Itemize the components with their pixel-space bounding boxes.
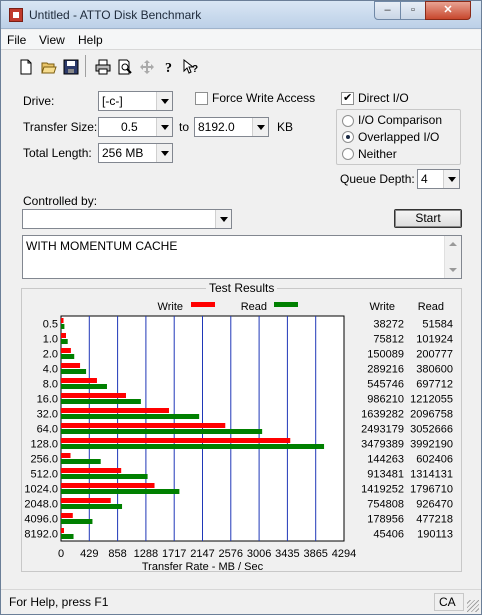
read-value: 101924 (416, 334, 453, 346)
write-bar (61, 393, 126, 398)
write-bar (61, 438, 291, 443)
write-value: 3479389 (361, 439, 404, 451)
write-value: 178956 (367, 514, 404, 526)
write-bar (61, 408, 170, 413)
y-tick-label: 8192.0 (24, 529, 58, 541)
read-bar (61, 369, 87, 374)
write-value: 1419252 (361, 484, 404, 496)
read-value: 3992190 (410, 439, 453, 451)
y-tick-label: 32.0 (37, 409, 58, 421)
x-tick-label: 1288 (134, 548, 158, 560)
y-tick-label: 4096.0 (24, 514, 58, 526)
y-tick-label: 512.0 (30, 469, 58, 481)
write-value: 913481 (367, 469, 404, 481)
read-value: 926470 (416, 499, 453, 511)
write-value: 150089 (367, 349, 404, 361)
read-value: 3052666 (410, 424, 453, 436)
legend-read-label: Read (241, 301, 267, 313)
x-tick-label: 4294 (332, 548, 356, 560)
write-value: 754808 (367, 499, 404, 511)
read-bar (61, 444, 325, 449)
write-bar (61, 513, 73, 518)
app-window: Untitled - ATTO Disk Benchmark – ▫ ✕ Fil… (0, 0, 482, 615)
x-tick-label: 429 (80, 548, 98, 560)
write-bar (61, 423, 226, 428)
write-value: 1639282 (361, 409, 404, 421)
write-bar (61, 318, 64, 323)
write-column-header: Write (370, 301, 395, 313)
write-value: 38272 (373, 319, 404, 331)
read-column-header: Read (418, 301, 444, 313)
read-value: 1796710 (410, 484, 453, 496)
y-tick-label: 16.0 (37, 394, 58, 406)
write-bar (61, 378, 97, 383)
read-bar (61, 519, 93, 524)
write-value: 2493179 (361, 424, 404, 436)
x-tick-label: 0 (58, 548, 64, 560)
y-tick-label: 2.0 (43, 349, 58, 361)
read-bar (61, 399, 141, 404)
write-bar (61, 348, 71, 353)
legend-read-swatch (274, 302, 298, 307)
x-axis-label: Transfer Rate - MB / Sec (142, 561, 264, 573)
read-bar (61, 474, 148, 479)
x-tick-label: 3435 (275, 548, 299, 560)
y-tick-label: 64.0 (37, 424, 58, 436)
write-value: 75812 (373, 334, 404, 346)
write-bar (61, 528, 64, 533)
status-text: For Help, press F1 (9, 595, 109, 609)
write-bar (61, 453, 71, 458)
read-value: 602406 (416, 454, 453, 466)
y-tick-label: 2048.0 (24, 499, 58, 511)
resize-grip-icon[interactable] (467, 600, 479, 612)
read-bar (61, 324, 65, 329)
y-tick-label: 128.0 (30, 439, 58, 451)
x-tick-label: 2576 (219, 548, 243, 560)
y-tick-label: 4.0 (43, 364, 58, 376)
results-chart: 0 429 858 1288 1717 2147 2576 3006 3435 3865 4294 T… (24, 301, 453, 573)
write-bar (61, 363, 81, 368)
x-tick-label: 3006 (247, 548, 271, 560)
write-value: 289216 (367, 364, 404, 376)
x-tick-label: 2147 (190, 548, 214, 560)
legend-write-label: Write (158, 301, 183, 313)
y-tick-label: 0.5 (43, 319, 58, 331)
y-tick-label: 1.0 (43, 334, 58, 346)
read-bar (61, 459, 101, 464)
write-value: 45406 (373, 529, 404, 541)
read-value: 477218 (416, 514, 453, 526)
read-value: 51584 (422, 319, 453, 331)
read-bar (61, 414, 200, 419)
read-value: 200777 (416, 349, 453, 361)
write-value: 986210 (367, 394, 404, 406)
read-bar (61, 489, 180, 494)
status-bar: For Help, press F1 CA (1, 589, 481, 614)
caps-indicator: CA (434, 593, 464, 611)
write-value: 545746 (367, 379, 404, 391)
read-value: 190113 (417, 529, 453, 541)
y-tick-label: 1024.0 (24, 484, 58, 496)
read-bar (61, 384, 107, 389)
read-bar (61, 534, 74, 539)
read-bar (61, 504, 123, 509)
read-bar (61, 354, 75, 359)
x-tick-label: 858 (108, 548, 126, 560)
y-tick-label: 256.0 (30, 454, 58, 466)
read-value: 380600 (416, 364, 453, 376)
read-bar (61, 429, 263, 434)
read-value: 1314131 (410, 469, 453, 481)
read-bar (61, 339, 68, 344)
write-bar (61, 498, 111, 503)
write-bar (61, 483, 155, 488)
write-value: 144263 (367, 454, 404, 466)
read-value: 697712 (416, 379, 453, 391)
x-tick-label: 3865 (303, 548, 327, 560)
read-value: 1212055 (410, 394, 453, 406)
write-bar (61, 468, 122, 473)
y-tick-label: 8.0 (43, 379, 58, 391)
legend-write-swatch (191, 302, 215, 307)
write-bar (61, 333, 66, 338)
x-tick-label: 1717 (162, 548, 186, 560)
read-value: 2096758 (410, 409, 453, 421)
